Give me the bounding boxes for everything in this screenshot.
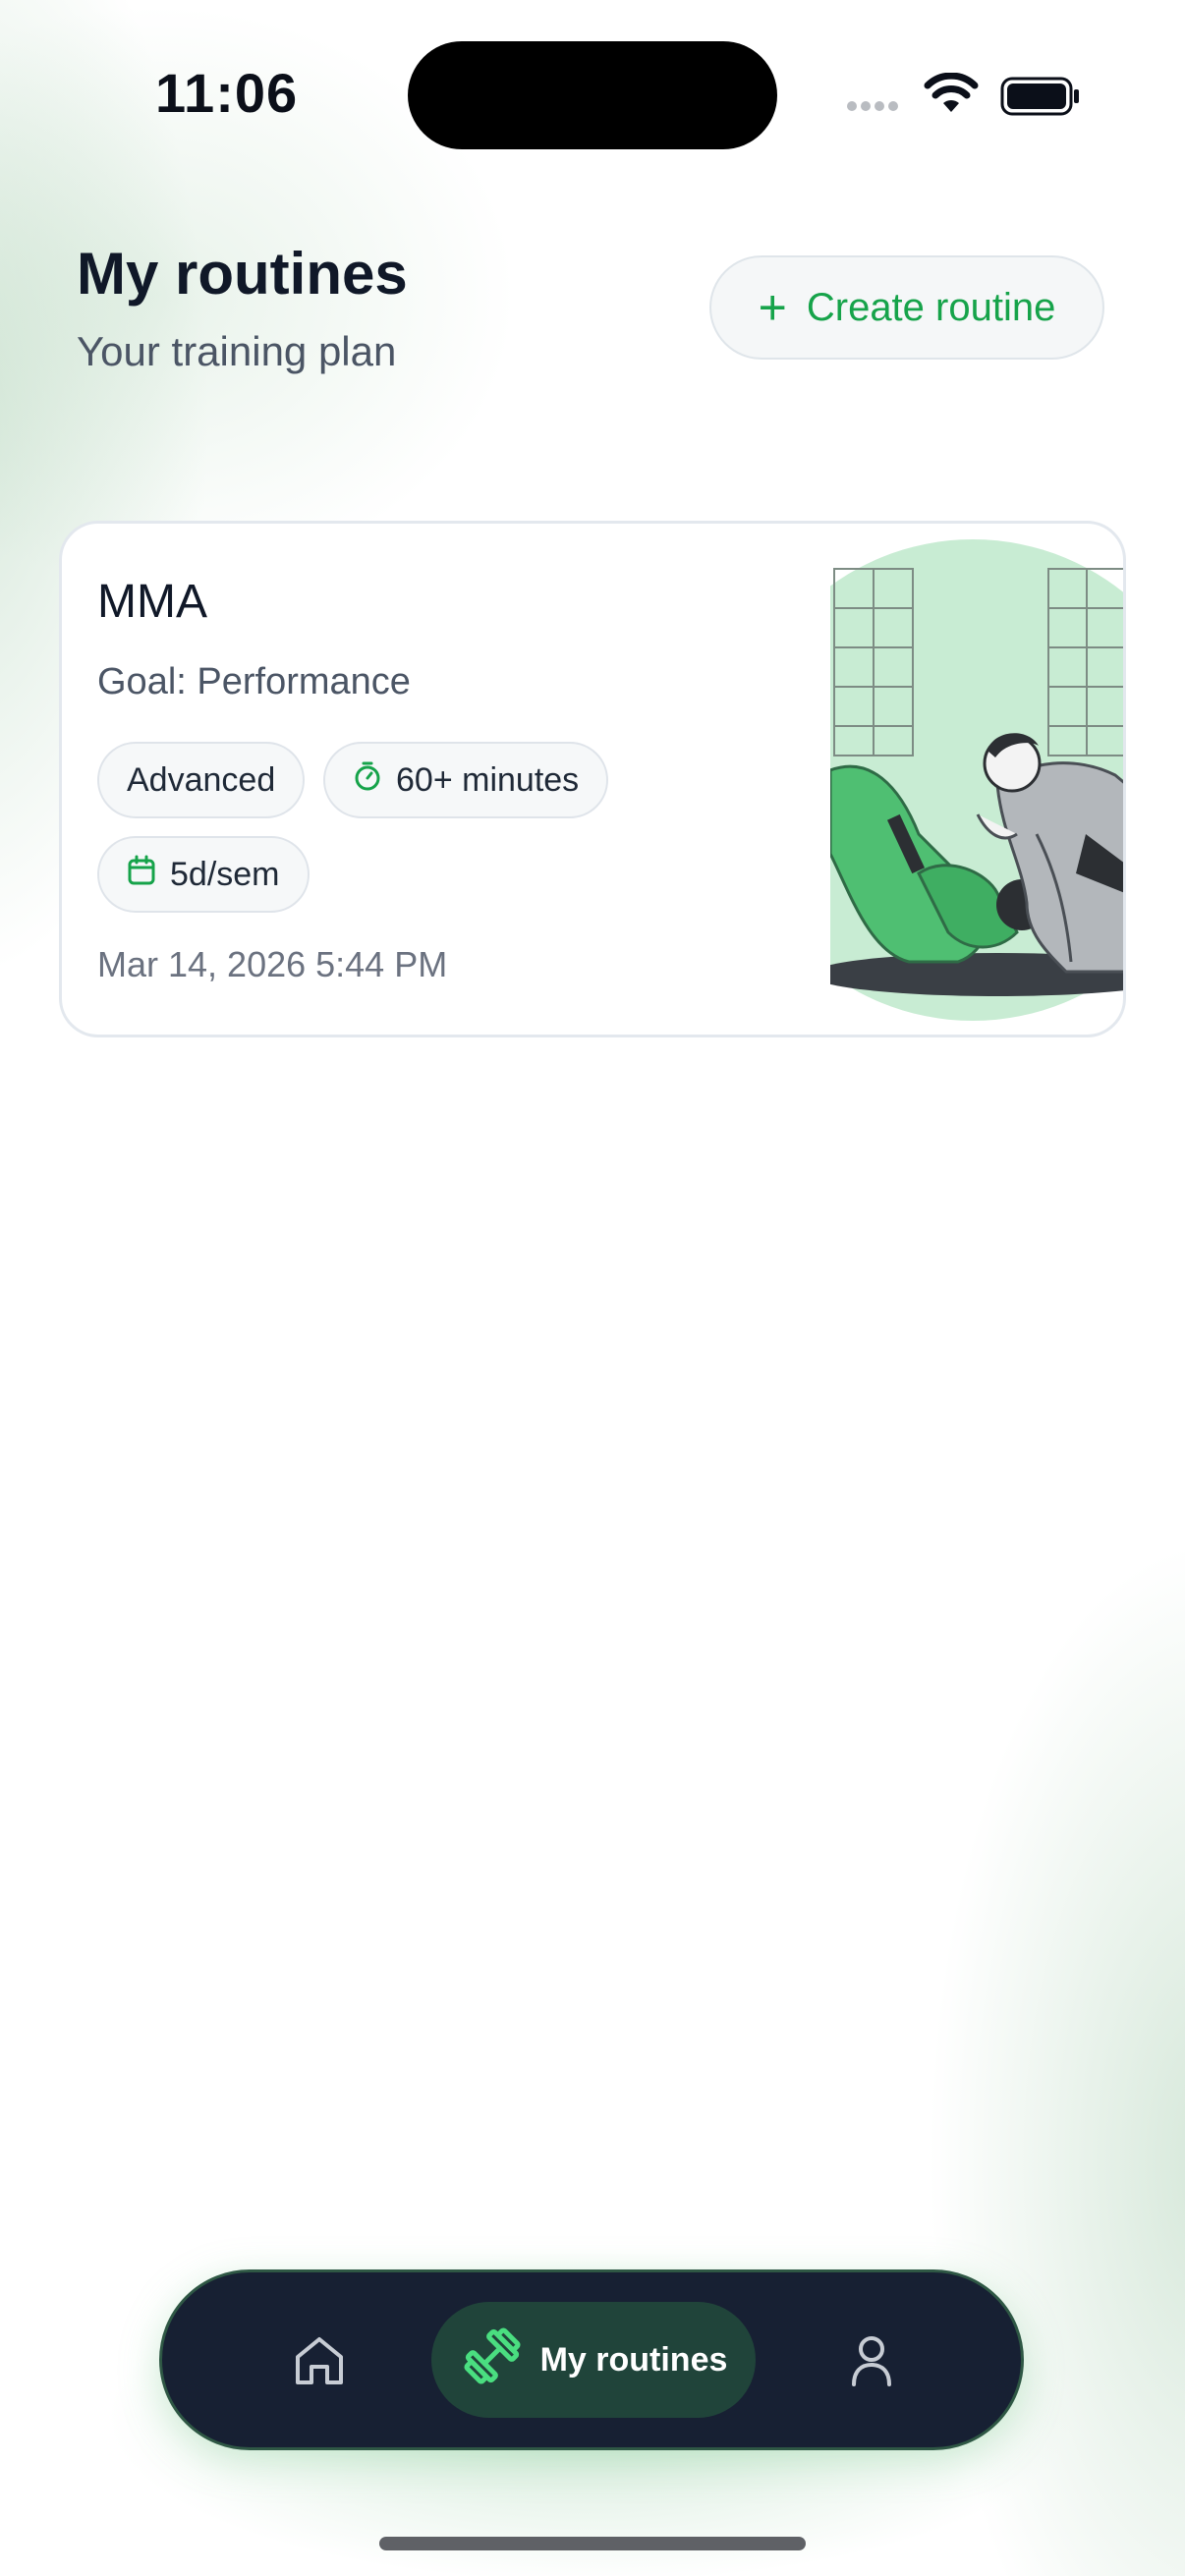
home-indicator: [379, 2537, 806, 2550]
duration-label: 60+ minutes: [396, 760, 580, 799]
nav-profile[interactable]: [840, 2329, 903, 2397]
routine-goal: Goal: Performance: [97, 661, 411, 702]
stopwatch-icon: [353, 759, 382, 802]
create-routine-button[interactable]: + Create routine: [709, 255, 1104, 360]
nav-my-routines[interactable]: My routines: [431, 2302, 756, 2418]
page-title: My routines: [77, 241, 408, 307]
plus-icon: +: [758, 280, 787, 335]
background-wash: [0, 0, 1185, 2576]
page-subtitle: Your training plan: [77, 328, 397, 374]
level-badge: Advanced: [97, 742, 306, 818]
home-icon: [288, 2337, 351, 2396]
frequency-label: 5d/sem: [170, 855, 280, 893]
routine-date: Mar 14, 2026 5:44 PM: [97, 944, 448, 984]
dynamic-island: [408, 41, 777, 149]
calendar-icon: [127, 855, 156, 895]
routine-card[interactable]: MMA Goal: Performance Advanced 60+ minut…: [59, 521, 1126, 1037]
create-routine-label: Create routine: [806, 285, 1056, 329]
duration-badge: 60+ minutes: [323, 742, 609, 818]
nav-home[interactable]: [288, 2329, 351, 2397]
bottom-nav: My routines: [159, 2269, 1024, 2450]
wifi-icon: [924, 72, 979, 121]
martial-arts-illustration: [830, 539, 1123, 1021]
battery-icon: [1000, 77, 1081, 121]
user-icon: [840, 2336, 903, 2396]
level-label: Advanced: [127, 760, 276, 799]
dumbbell-icon: [460, 2324, 525, 2397]
frequency-badge: 5d/sem: [97, 836, 310, 913]
nav-my-routines-label: My routines: [539, 2340, 728, 2379]
routine-name: MMA: [97, 576, 207, 628]
status-time: 11:06: [155, 62, 299, 124]
cellular-signal-icon: [847, 98, 902, 116]
